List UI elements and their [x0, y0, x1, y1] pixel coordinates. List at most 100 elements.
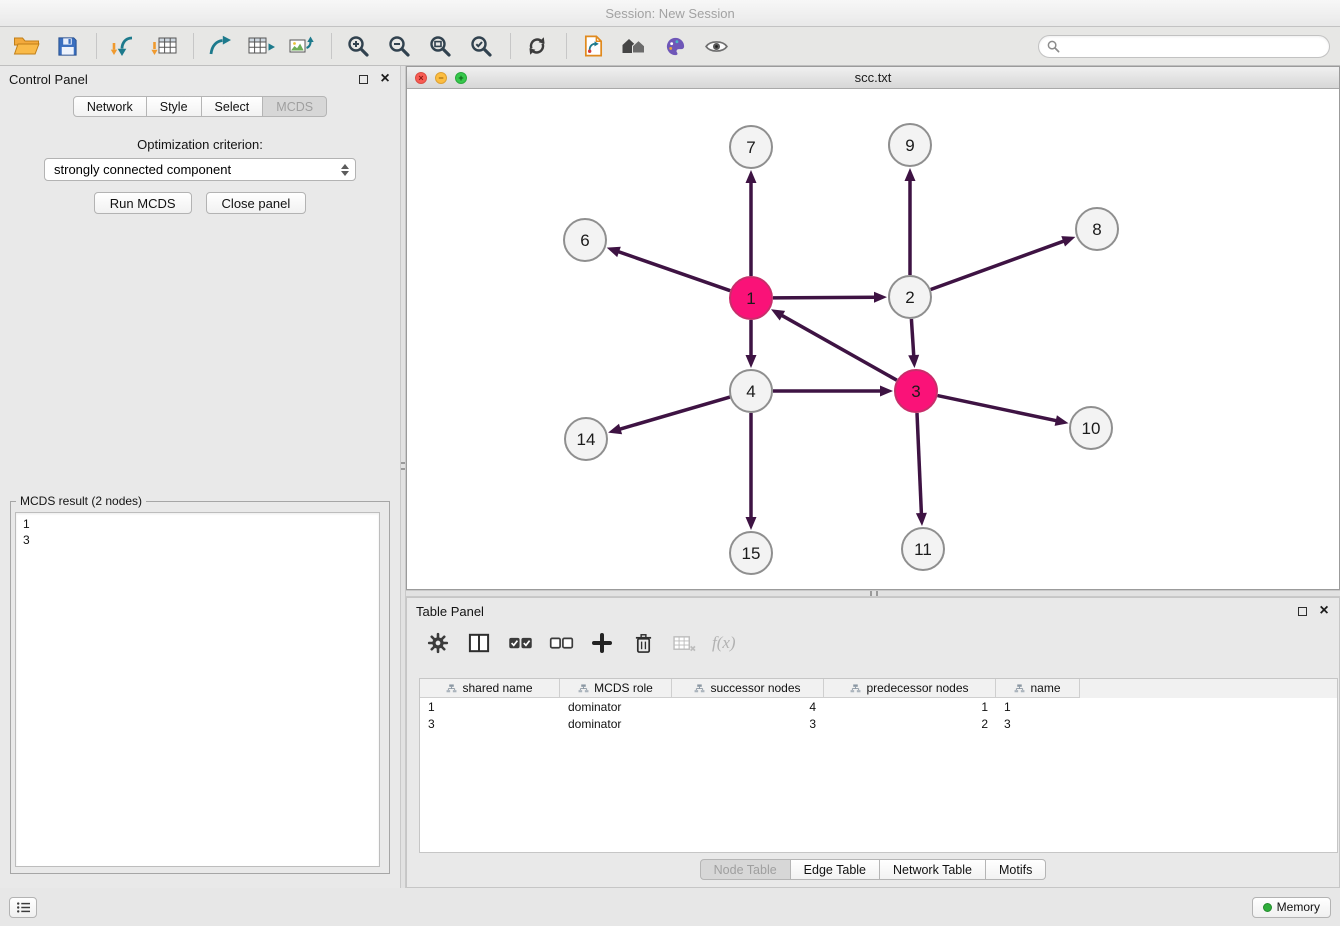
- graph-node-7[interactable]: 7: [730, 126, 772, 168]
- float-panel-icon[interactable]: [359, 75, 368, 84]
- toolbar-separator: [96, 33, 97, 59]
- tab-mcds[interactable]: MCDS: [263, 96, 327, 117]
- save-session-button[interactable]: [51, 30, 83, 62]
- search-input[interactable]: [1065, 39, 1321, 53]
- graph-node-label: 8: [1092, 220, 1101, 239]
- close-panel-button[interactable]: Close panel: [206, 192, 307, 214]
- minimize-window-icon[interactable]: [435, 72, 447, 84]
- delete-row-button[interactable]: [630, 630, 656, 656]
- column-header-successor-nodes[interactable]: successor nodes: [672, 679, 824, 698]
- deselect-all-button[interactable]: [548, 630, 574, 656]
- table-cell-successor-nodes: 4: [672, 700, 824, 714]
- graph-node-9[interactable]: 9: [889, 124, 931, 166]
- graph-edge-3-11[interactable]: [917, 413, 922, 516]
- graph-edge-1-2[interactable]: [773, 297, 877, 298]
- graph-node-1[interactable]: 1: [730, 277, 772, 319]
- export-network-icon: [207, 34, 233, 58]
- graph-node-6[interactable]: 6: [564, 219, 606, 261]
- close-panel-icon[interactable]: [1318, 604, 1330, 618]
- zoom-selected-button[interactable]: [465, 30, 497, 62]
- graph-node-label: 3: [911, 382, 920, 401]
- delete-table-icon: [673, 634, 696, 653]
- add-row-button[interactable]: [589, 630, 615, 656]
- graph-node-11[interactable]: 11: [902, 528, 944, 570]
- mcds-result-list[interactable]: 13: [15, 512, 380, 867]
- graphics-details-button[interactable]: [700, 30, 732, 62]
- eye-icon: [704, 34, 729, 59]
- tab-select[interactable]: Select: [202, 96, 264, 117]
- memory-button[interactable]: Memory: [1252, 897, 1331, 918]
- style-document-icon: [582, 34, 605, 58]
- graph-edge-1-6[interactable]: [616, 251, 730, 291]
- graph-node-8[interactable]: 8: [1076, 208, 1118, 250]
- destroy-table-button[interactable]: [671, 630, 697, 656]
- column-header-mcds-role[interactable]: MCDS role: [560, 679, 672, 698]
- graph-edge-2-8[interactable]: [931, 240, 1066, 289]
- refresh-layout-button[interactable]: [521, 30, 553, 62]
- graph-node-14[interactable]: 14: [565, 418, 607, 460]
- select-all-button[interactable]: [507, 630, 533, 656]
- float-panel-icon[interactable]: [1298, 607, 1307, 616]
- export-image-button[interactable]: [286, 30, 318, 62]
- table-cell-mcds-role: dominator: [560, 717, 672, 731]
- graph-node-2[interactable]: 2: [889, 276, 931, 318]
- criterion-select[interactable]: strongly connected component: [44, 158, 356, 181]
- graph-node-label: 1: [746, 289, 755, 308]
- import-network-button[interactable]: [107, 30, 139, 62]
- panel-menu-button[interactable]: [9, 897, 37, 918]
- horizontal-splitter[interactable]: [406, 590, 1340, 597]
- graph-node-label: 11: [914, 540, 932, 559]
- graph-node-4[interactable]: 4: [730, 370, 772, 412]
- tab-edge-table[interactable]: Edge Table: [791, 859, 880, 880]
- search-box[interactable]: [1038, 35, 1330, 58]
- run-mcds-button[interactable]: Run MCDS: [94, 192, 192, 214]
- export-table-button[interactable]: [245, 30, 277, 62]
- column-header-predecessor-nodes[interactable]: predecessor nodes: [824, 679, 996, 698]
- graph-edge-arrowhead: [880, 386, 893, 397]
- table-settings-button[interactable]: [425, 630, 451, 656]
- open-file-button[interactable]: [10, 30, 42, 62]
- network-canvas[interactable]: 7 9 6 8 1 2 4 3 14 10 15 11: [407, 89, 1339, 589]
- column-visibility-button[interactable]: [466, 630, 492, 656]
- graph-node-label: 9: [905, 136, 914, 155]
- graph-edge-2-3[interactable]: [911, 319, 914, 358]
- graph-node-15[interactable]: 15: [730, 532, 772, 574]
- column-header-name[interactable]: name: [996, 679, 1080, 698]
- style-palette-button[interactable]: [659, 30, 691, 62]
- network-window-titlebar[interactable]: scc.txt: [407, 67, 1339, 89]
- export-table-icon: [248, 34, 275, 58]
- zoom-fit-button[interactable]: [424, 30, 456, 62]
- import-table-button[interactable]: [148, 30, 180, 62]
- graph-node-3[interactable]: 3: [895, 370, 937, 412]
- export-network-button[interactable]: [204, 30, 236, 62]
- select-stepper-icon: [341, 164, 349, 176]
- zoom-in-button[interactable]: [342, 30, 374, 62]
- table-row[interactable]: 3dominator323: [420, 715, 1337, 732]
- function-builder-button[interactable]: f(x): [712, 630, 736, 656]
- graph-edge-arrowhead: [1055, 415, 1069, 426]
- graph-edge-arrowhead: [746, 517, 757, 530]
- nested-networks-button[interactable]: [618, 30, 650, 62]
- table-row[interactable]: 1dominator411: [420, 698, 1337, 715]
- maximize-window-icon[interactable]: [455, 72, 467, 84]
- table-panel-tabs: Node TableEdge TableNetwork TableMotifs: [407, 859, 1339, 880]
- tab-network[interactable]: Network: [73, 96, 147, 117]
- graph-edge-3-1[interactable]: [780, 314, 897, 380]
- tab-network-table[interactable]: Network Table: [880, 859, 986, 880]
- graph-edge-3-10[interactable]: [938, 396, 1059, 422]
- unchecked-boxes-icon: [549, 636, 574, 651]
- close-window-icon[interactable]: [415, 72, 427, 84]
- graph-edge-4-14[interactable]: [618, 397, 730, 430]
- graph-node-10[interactable]: 10: [1070, 407, 1112, 449]
- tab-node-table[interactable]: Node Table: [700, 859, 791, 880]
- search-icon: [1047, 40, 1060, 53]
- table-cell-shared-name: 3: [420, 717, 560, 731]
- zoom-out-button[interactable]: [383, 30, 415, 62]
- close-panel-icon[interactable]: [379, 72, 391, 86]
- column-header-shared-name[interactable]: shared name: [420, 679, 560, 698]
- tab-style[interactable]: Style: [147, 96, 202, 117]
- floppy-disk-icon: [56, 35, 79, 58]
- tab-motifs[interactable]: Motifs: [986, 859, 1046, 880]
- import-style-button[interactable]: [577, 30, 609, 62]
- column-header-label: successor nodes: [710, 681, 800, 695]
